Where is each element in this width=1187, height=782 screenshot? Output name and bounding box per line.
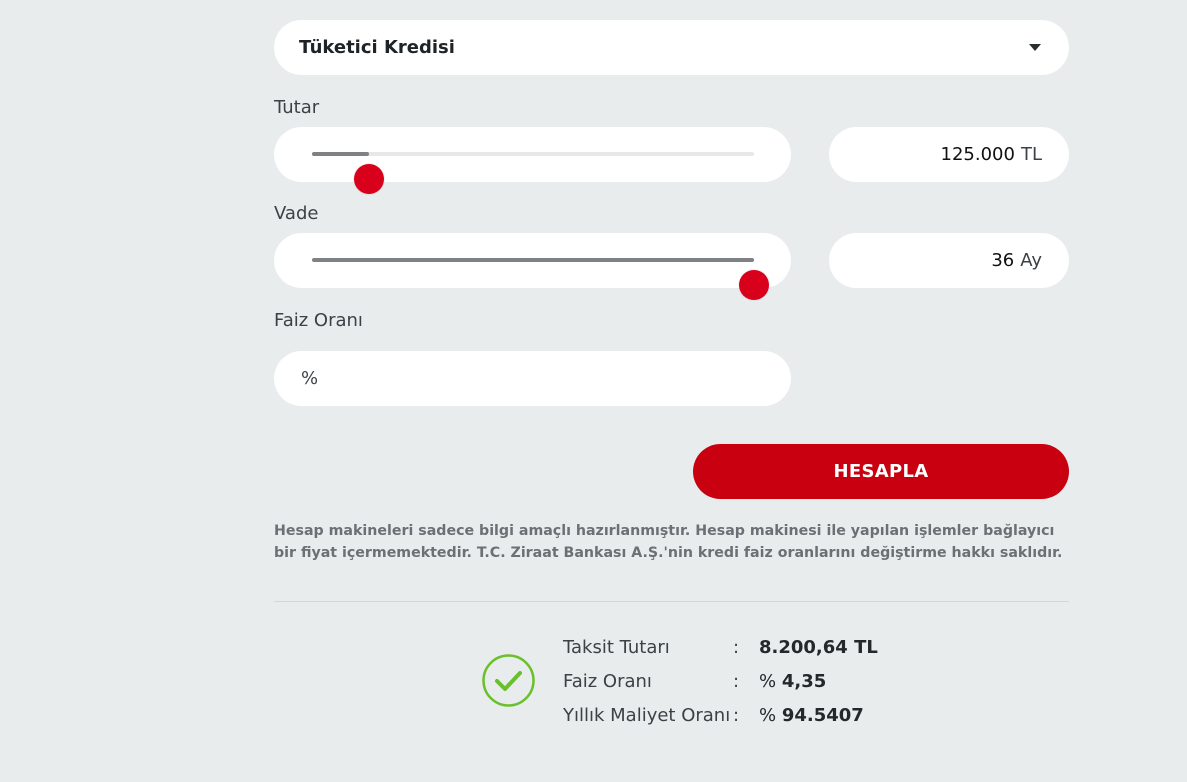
amount-slider[interactable] [274, 127, 791, 194]
result-value: 8.200,64 TL [759, 637, 878, 658]
term-slider-thumb[interactable] [739, 270, 769, 300]
term-slider-fill [312, 258, 754, 262]
term-unit: Ay [1020, 250, 1042, 271]
term-slider[interactable] [274, 233, 791, 300]
result-row-installment: Taksit Tutarı : 8.200,64 TL [563, 634, 878, 660]
result-row-interest: Faiz Oranı : % 4,35 [563, 668, 826, 694]
term-value-box[interactable]: 36 Ay [829, 233, 1069, 288]
amount-slider-track[interactable] [312, 152, 754, 194]
result-colon: : [733, 670, 740, 692]
amount-slider-thumb[interactable] [354, 164, 385, 194]
result-value: % 94.5407 [759, 705, 864, 726]
interest-result-value: 4,35 [781, 670, 827, 692]
percent-prefix: % [301, 368, 319, 389]
term-value: 36 [991, 250, 1015, 271]
result-colon: : [733, 636, 740, 658]
caret-down-icon[interactable] [1029, 44, 1041, 51]
result-colon: : [733, 704, 740, 726]
result-row-annual-cost: Yıllık Maliyet Oranı : % 94.5407 [563, 702, 864, 728]
term-slider-track[interactable] [312, 258, 769, 300]
interest-label: Faiz Oranı [274, 310, 363, 331]
term-label: Vade [274, 203, 319, 224]
calculate-button[interactable]: HESAPLA [693, 444, 1069, 499]
divider [274, 601, 1069, 602]
interest-prefix: % [759, 670, 777, 692]
annual-cost-value: 94.5407 [781, 704, 864, 726]
amount-label: Tutar [274, 97, 320, 118]
amount-unit: TL [1020, 144, 1042, 165]
check-circle-icon [482, 654, 535, 707]
result-value: % 4,35 [759, 671, 826, 692]
result-label: Taksit Tutarı [563, 636, 670, 658]
installment-value: 8.200,64 TL [759, 636, 878, 658]
amount-value-box[interactable]: 125.000 TL [829, 127, 1069, 182]
annual-cost-prefix: % [759, 704, 777, 726]
loan-type-select[interactable]: Tüketici Kredisi [274, 20, 1069, 75]
interest-field[interactable]: % [274, 351, 791, 406]
disclaimer-text: Hesap makineleri sadece bilgi amaçlı haz… [274, 523, 1063, 561]
amount-slider-fill [312, 152, 370, 156]
amount-value: 125.000 [940, 144, 1015, 165]
result-label: Yıllık Maliyet Oranı [563, 704, 731, 726]
interest-input[interactable] [326, 368, 767, 389]
result-label: Faiz Oranı [563, 670, 652, 692]
loan-type-selected: Tüketici Kredisi [299, 37, 455, 58]
